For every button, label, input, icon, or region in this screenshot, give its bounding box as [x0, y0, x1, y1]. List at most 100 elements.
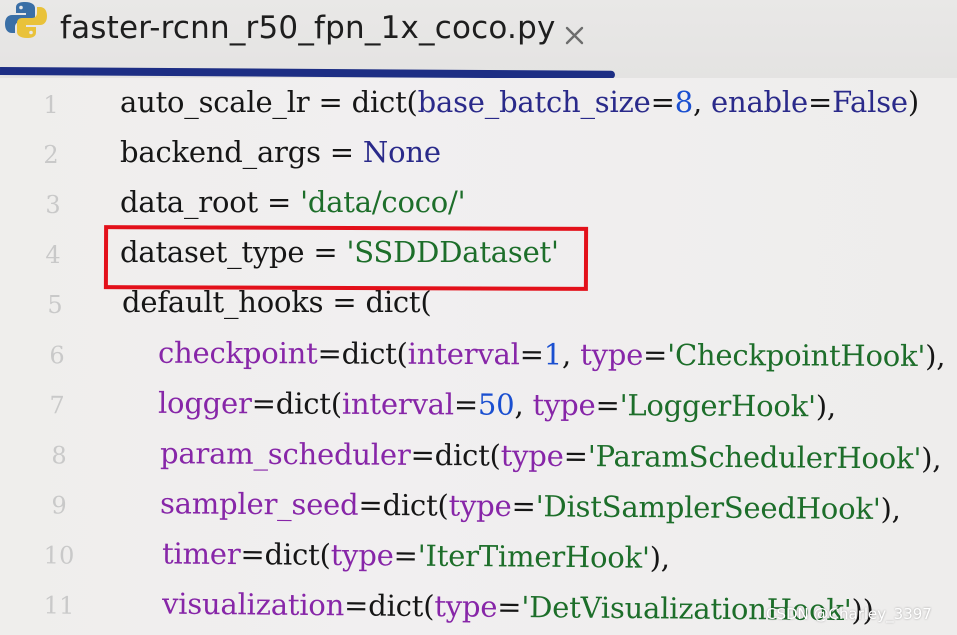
line-number: 8 [51, 441, 67, 470]
code-token: , [692, 85, 712, 119]
code-token: timer [161, 536, 241, 572]
code-text: logger=dict(interval=50, type='LoggerHoo… [158, 386, 836, 424]
code-token: type [500, 438, 564, 473]
code-token: ( [406, 85, 418, 119]
code-token: dict [351, 85, 407, 119]
code-token: dict [368, 588, 424, 624]
code-token: type [330, 537, 394, 573]
code-token: ) [907, 85, 919, 119]
line-number: 4 [45, 241, 61, 269]
code-line[interactable]: 6 checkpoint=dict(interval=1, type='Check… [0, 335, 957, 387]
code-token: interval [341, 386, 454, 422]
code-token: ( [489, 438, 501, 473]
code-token: 'DistSamplerSeedHook' [535, 489, 881, 526]
code-text: sampler_seed=dict(type='DistSamplerSeedH… [160, 486, 901, 526]
code-line[interactable]: 2 backend_args = None [0, 135, 957, 183]
line-number: 9 [51, 491, 67, 520]
code-token: = [807, 85, 833, 119]
code-token: = [497, 589, 522, 625]
code-token: dict [341, 336, 397, 371]
code-token: ), [880, 491, 901, 527]
code-token: type [448, 488, 512, 524]
code-token: auto_scale_lr [120, 85, 310, 119]
code-token: dict [434, 438, 490, 473]
code-token: 1 [543, 337, 563, 372]
file-tab[interactable]: faster-rcnn_r50_fpn_1x_coco.py [0, 0, 615, 76]
code-token: , [514, 387, 533, 422]
code-token: 'CheckpointHook' [667, 337, 926, 374]
code-token: = [563, 438, 588, 474]
code-token: data_root [120, 185, 258, 219]
python-icon [5, 2, 47, 38]
code-token: dict [382, 488, 438, 523]
line-number: 3 [45, 191, 61, 219]
code-token: False [832, 85, 908, 119]
code-token: ), [649, 540, 671, 575]
code-text: timer=dict(type='IterTimerHook'), [162, 536, 670, 574]
code-token: ), [815, 389, 837, 424]
code-text: param_scheduler=dict(type='ParamSchedule… [160, 436, 941, 475]
code-token: = [309, 85, 352, 119]
code-line[interactable]: 7 logger=dict(interval=50, type='LoggerHo… [0, 385, 957, 438]
code-token: ( [330, 386, 342, 421]
code-token: param_scheduler [159, 436, 411, 472]
code-token: ), [921, 441, 942, 476]
code-token: type [532, 387, 596, 423]
code-token: = [323, 285, 366, 319]
code-token: 'IterTimerHook' [417, 538, 650, 575]
code-token: logger [157, 385, 252, 421]
code-token: visualization [161, 586, 345, 623]
highlight-box [103, 225, 589, 291]
code-token: ( [396, 336, 408, 371]
code-token: = [643, 337, 668, 372]
code-token: backend_args [120, 135, 321, 169]
code-token: sampler_seed [159, 486, 359, 522]
line-number: 10 [43, 541, 75, 570]
code-token: dict [275, 386, 331, 421]
code-token: enable [711, 85, 808, 119]
line-number: 7 [49, 391, 65, 420]
code-token: interval [407, 336, 520, 372]
line-number: 11 [43, 591, 75, 620]
line-number: 6 [49, 341, 65, 370]
code-text: data_root = 'data/coco/' [120, 185, 466, 219]
code-text: backend_args = None [120, 135, 441, 169]
code-line[interactable]: 1 auto_scale_lr = dict(base_batch_size=8,… [0, 85, 957, 133]
code-text: checkpoint=dict(interval=1, type='Checkp… [158, 336, 945, 373]
code-token: = [393, 538, 418, 573]
line-number: 5 [47, 291, 63, 319]
code-token: = [257, 185, 301, 219]
code-token: = [240, 537, 265, 572]
code-token: ( [423, 589, 435, 624]
code-token: = [511, 489, 536, 524]
code-token: = [650, 85, 675, 119]
code-token: = [251, 386, 276, 421]
close-icon[interactable] [560, 20, 590, 50]
code-token: = [317, 336, 342, 371]
code-line[interactable]: 5 default_hooks = dict( [0, 285, 957, 333]
code-text: auto_scale_lr = dict(base_batch_size=8, … [120, 85, 919, 119]
code-token: dict [264, 537, 320, 572]
code-token: ( [437, 488, 449, 523]
code-token: 'LoggerHook' [619, 388, 816, 424]
code-token: default_hooks [122, 285, 324, 319]
code-token: ), [925, 339, 946, 374]
code-token: type [580, 337, 644, 372]
code-token: type [434, 589, 498, 624]
code-token: = [595, 388, 620, 423]
code-token: base_batch_size [417, 85, 651, 119]
code-token: = [519, 337, 544, 372]
code-token: 50 [477, 387, 515, 422]
code-line[interactable]: 9 sampler_seed=dict(type='DistSamplerSeed… [0, 485, 957, 541]
code-token: 'data/coco/' [300, 185, 466, 219]
code-line[interactable]: 8 param_scheduler=dict(type='ParamSchedul… [0, 435, 957, 490]
code-token: = [343, 588, 369, 623]
editor-tab-bar: faster-rcnn_r50_fpn_1x_coco.py [0, 0, 957, 79]
code-token: = [453, 387, 479, 422]
code-line[interactable]: 10 timer=dict(type='IterTimerHook'), [0, 535, 957, 591]
code-token: = [320, 135, 363, 169]
code-token: 'ParamSchedulerHook' [587, 439, 922, 476]
code-token: None [362, 135, 441, 169]
code-token: , [562, 337, 581, 372]
code-editor[interactable]: 1 auto_scale_lr = dict(base_batch_size=8,… [0, 78, 957, 635]
